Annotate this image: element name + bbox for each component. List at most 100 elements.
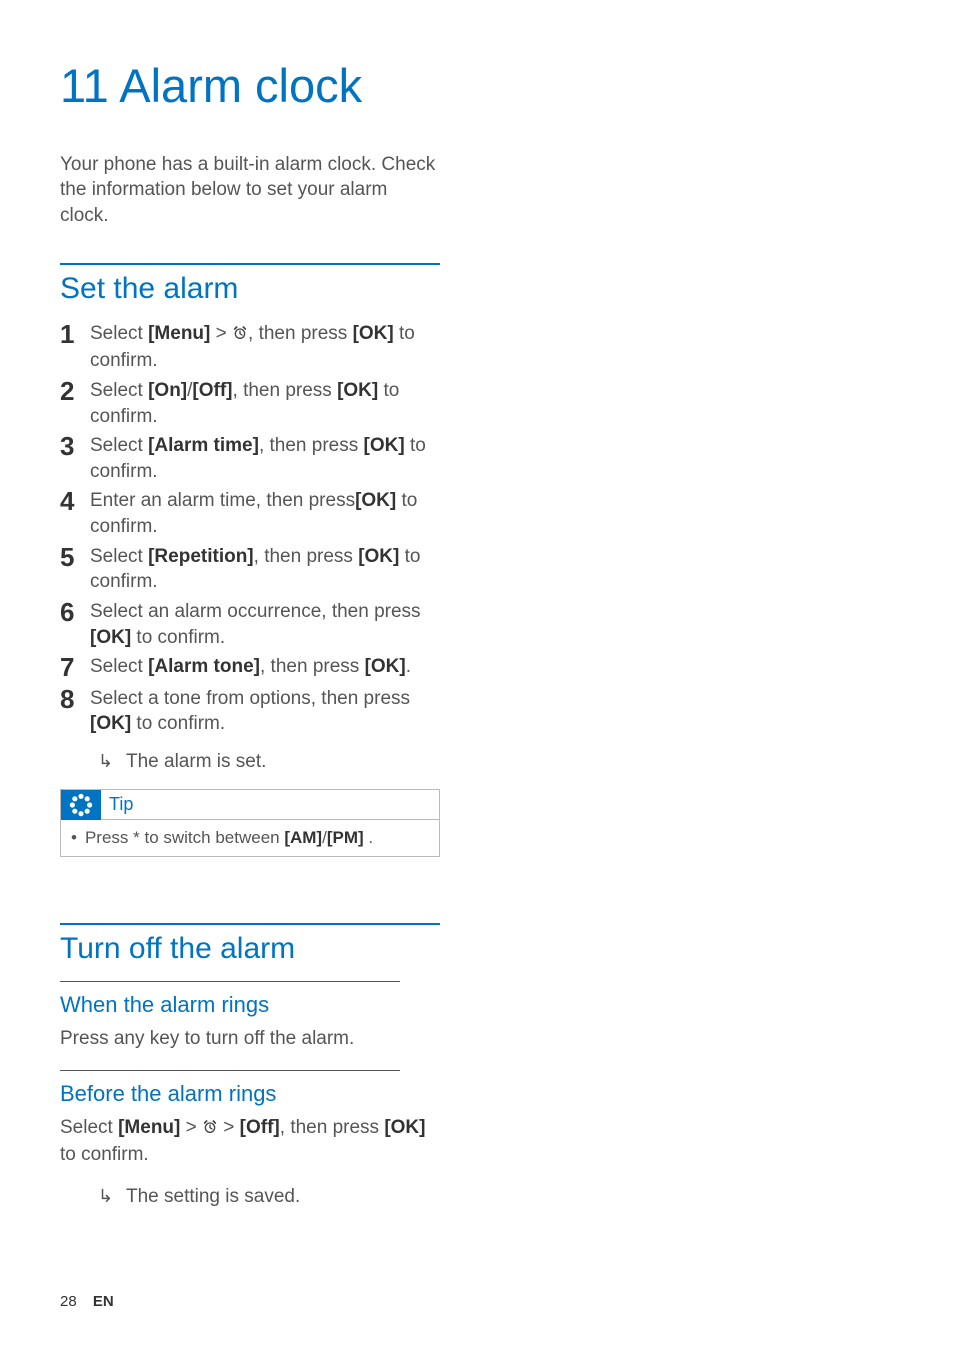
step-number: 2	[60, 378, 90, 405]
step-body: Select a tone from options, then press […	[90, 686, 440, 737]
text: Select a tone from options, then press	[90, 688, 410, 709]
step: 5Select [Repetition], then press [OK] to…	[60, 544, 440, 595]
tip-label: Tip	[101, 790, 439, 820]
ui-label-ref: [AM]	[284, 828, 322, 847]
alarm-clock-icon	[202, 1117, 218, 1143]
ui-label-ref: [OK]	[364, 435, 405, 456]
result-line: ↳ The setting is saved.	[90, 1186, 440, 1208]
ui-label-ref: [OK]	[355, 490, 396, 511]
text: , then press	[259, 435, 364, 456]
ui-label-ref: [Repetition]	[148, 546, 254, 567]
tip-callout: Tip • Press * to switch between [AM]/[PM…	[60, 789, 440, 857]
tip-body-text: Press * to switch between [AM]/[PM] .	[85, 828, 373, 848]
text: .	[406, 656, 411, 677]
step-body: Select [Repetition], then press [OK] to …	[90, 544, 440, 595]
subsection-body: Select [Menu] > > [Off], then press [OK]…	[60, 1115, 440, 1168]
result-arrow-icon: ↳	[90, 1186, 126, 1207]
ui-label-ref: [Alarm time]	[148, 435, 259, 456]
text: >	[218, 1117, 240, 1138]
step-body: Select [On]/[Off], then press [OK] to co…	[90, 378, 440, 429]
text: Select	[90, 546, 148, 567]
section-heading-turn-off: Turn off the alarm	[60, 931, 440, 967]
result-text: The alarm is set.	[126, 751, 440, 773]
ui-label-ref: [PM]	[327, 828, 364, 847]
text: Press * to switch between	[85, 828, 284, 847]
step-body: Select [Alarm time], then press [OK] to …	[90, 433, 440, 484]
ui-label-ref: [Menu]	[148, 323, 210, 344]
subsection-when-rings: When the alarm rings	[60, 992, 440, 1018]
text: to confirm.	[60, 1144, 149, 1165]
chapter-heading: 11 Alarm clock	[60, 60, 440, 112]
subsection-divider	[60, 1070, 400, 1071]
ui-label-ref: [OK]	[353, 323, 394, 344]
ui-label-ref: [Menu]	[118, 1117, 180, 1138]
chapter-title: Alarm clock	[119, 59, 362, 112]
text: Select	[60, 1117, 118, 1138]
step-number: 1	[60, 321, 90, 348]
text: , then press	[233, 380, 338, 401]
chapter-number: 11	[60, 59, 109, 112]
ui-label-ref: [OK]	[358, 546, 399, 567]
text: to confirm.	[131, 627, 225, 648]
step-number: 6	[60, 599, 90, 626]
tip-body: • Press * to switch between [AM]/[PM] .	[61, 820, 439, 856]
step: 8Select a tone from options, then press …	[60, 686, 440, 737]
document-page: 11 Alarm clock Your phone has a built-in…	[0, 0, 500, 1248]
step: 6Select an alarm occurrence, then press …	[60, 599, 440, 650]
bullet-icon: •	[71, 828, 77, 848]
steps-list: 1Select [Menu] > , then press [OK] to co…	[60, 321, 440, 737]
ui-label-ref: [OK]	[90, 713, 131, 734]
text: Select an alarm occurrence, then press	[90, 601, 421, 622]
text: >	[210, 323, 232, 344]
result-line: ↳ The alarm is set.	[90, 751, 440, 773]
step-number: 5	[60, 544, 90, 571]
step-body: Enter an alarm time, then press[OK] to c…	[90, 488, 440, 539]
step-number: 7	[60, 654, 90, 681]
text: , then press	[254, 546, 359, 567]
step-number: 4	[60, 488, 90, 515]
step: 3Select [Alarm time], then press [OK] to…	[60, 433, 440, 484]
section-divider	[60, 923, 440, 925]
page-number: 28	[60, 1293, 77, 1310]
section-heading-set-alarm: Set the alarm	[60, 271, 440, 307]
step-number: 8	[60, 686, 90, 713]
page-footer: 28 EN	[60, 1293, 114, 1310]
subsection-before-rings: Before the alarm rings	[60, 1081, 440, 1107]
step-number: 3	[60, 433, 90, 460]
text: Select	[90, 656, 148, 677]
ui-label-ref: [OK]	[337, 380, 378, 401]
ui-label-ref: [On]	[148, 380, 187, 401]
intro-paragraph: Your phone has a built-in alarm clock. C…	[60, 152, 440, 229]
subsection-divider	[60, 981, 400, 982]
step-body: Select [Alarm tone], then press [OK].	[90, 654, 440, 680]
alarm-clock-icon	[232, 323, 248, 349]
step: 4Enter an alarm time, then press[OK] to …	[60, 488, 440, 539]
text: Enter an alarm time, then press	[90, 490, 355, 511]
step: 7Select [Alarm tone], then press [OK].	[60, 654, 440, 681]
section-divider	[60, 263, 440, 265]
text: , then press	[280, 1117, 385, 1138]
ui-label-ref: [Off]	[240, 1117, 280, 1138]
text: Select	[90, 323, 148, 344]
text: to confirm.	[131, 713, 225, 734]
text: Select	[90, 380, 148, 401]
subsection-body: Press any key to turn off the alarm.	[60, 1026, 440, 1052]
language-code: EN	[93, 1293, 114, 1310]
ui-label-ref: [Off]	[192, 380, 232, 401]
text: .	[364, 828, 373, 847]
ui-label-ref: [Alarm tone]	[148, 656, 260, 677]
text: >	[180, 1117, 202, 1138]
step-body: Select [Menu] > , then press [OK] to con…	[90, 321, 440, 374]
step-body: Select an alarm occurrence, then press […	[90, 599, 440, 650]
text: Select	[90, 435, 148, 456]
ui-label-ref: [OK]	[90, 627, 131, 648]
tip-header: Tip	[61, 790, 439, 820]
step: 1Select [Menu] > , then press [OK] to co…	[60, 321, 440, 374]
text: , then press	[260, 656, 365, 677]
text: , then press	[248, 323, 353, 344]
ui-label-ref: [OK]	[384, 1117, 425, 1138]
step: 2Select [On]/[Off], then press [OK] to c…	[60, 378, 440, 429]
result-text: The setting is saved.	[126, 1186, 440, 1208]
tip-star-icon	[61, 790, 101, 820]
ui-label-ref: [OK]	[365, 656, 406, 677]
